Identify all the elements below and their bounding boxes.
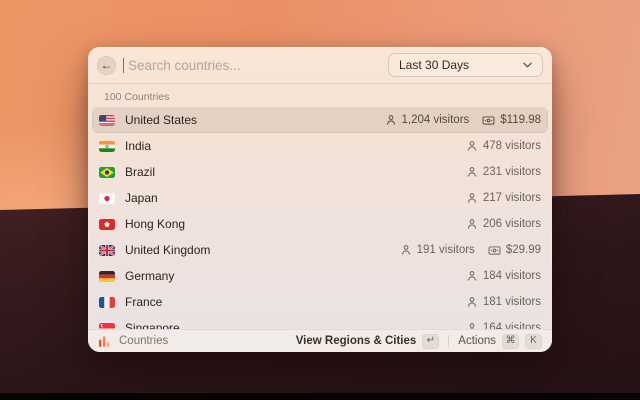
- person-icon: [467, 297, 476, 307]
- visitors-count: 181 visitors: [482, 296, 541, 308]
- visitors-metric: 217 visitors: [466, 192, 541, 204]
- visitors-count: 217 visitors: [482, 192, 541, 204]
- visitors-count: 206 visitors: [482, 218, 541, 230]
- flag-jp-icon: [99, 192, 115, 204]
- country-name: India: [125, 139, 152, 153]
- flag-gb-icon: [99, 244, 115, 256]
- visitors-metric: 181 visitors: [466, 296, 541, 308]
- country-name: Hong Kong: [125, 217, 186, 231]
- person-icon: [467, 141, 476, 151]
- flag-hk-icon: [99, 218, 115, 230]
- country-name: United Kingdom: [125, 243, 211, 257]
- person-icon: [467, 193, 476, 203]
- country-list: United States 1,204 visitors $119.98 India 4…: [88, 106, 552, 329]
- search-header: ← Search countries... Last 30 Days: [88, 47, 552, 83]
- footer-bar: Countries View Regions & Cities ↵ Action…: [88, 329, 552, 352]
- country-row[interactable]: Singapore 164 visitors: [92, 315, 548, 329]
- revenue-amount: $119.98: [500, 114, 541, 126]
- visitors-metric: 184 visitors: [466, 270, 541, 282]
- country-name: Singapore: [125, 321, 180, 329]
- visitors-count: 191 visitors: [416, 244, 475, 256]
- countries-search-window: ← Search countries... Last 30 Days 100 C…: [88, 47, 552, 352]
- visitors-count: 231 visitors: [482, 166, 541, 178]
- country-row[interactable]: France 181 visitors: [92, 289, 548, 315]
- row-metrics: 181 visitors: [466, 296, 541, 308]
- visitors-metric: 478 visitors: [466, 140, 541, 152]
- bottom-screen-strip: [0, 393, 640, 400]
- banknote-icon: [488, 245, 501, 255]
- chevron-down-icon: [523, 62, 532, 68]
- revenue-metric: $119.98: [482, 114, 541, 127]
- country-name: Germany: [125, 269, 175, 283]
- row-metrics: 191 visitors $29.99: [400, 244, 541, 257]
- revenue-metric: $29.99: [488, 244, 541, 257]
- time-filter-dropdown[interactable]: Last 30 Days: [388, 53, 543, 77]
- person-icon: [469, 323, 475, 329]
- row-metrics: 164 visitors: [466, 322, 541, 329]
- row-metrics: 1,204 visitors $119.98: [385, 114, 541, 127]
- visitors-metric: 1,204 visitors: [385, 114, 470, 126]
- row-metrics: 478 visitors: [466, 140, 541, 152]
- bar-chart-icon: [98, 335, 110, 347]
- row-metrics: 184 visitors: [466, 270, 541, 282]
- row-metrics: 206 visitors: [466, 218, 541, 230]
- visitors-count: 184 visitors: [482, 270, 541, 282]
- visitors-metric: 164 visitors: [466, 322, 541, 329]
- country-row[interactable]: Hong Kong 206 visitors: [92, 211, 548, 237]
- footer-source: Countries: [98, 335, 168, 348]
- footer-source-label: Countries: [119, 335, 169, 347]
- country-row[interactable]: Japan 217 visitors: [92, 185, 548, 211]
- country-row[interactable]: India 478 visitors: [92, 133, 548, 159]
- person-icon: [467, 271, 476, 281]
- flag-fr-icon: [99, 296, 115, 308]
- back-button[interactable]: ←: [97, 55, 116, 75]
- person-icon: [467, 219, 476, 229]
- search-input[interactable]: Search countries...: [128, 58, 381, 73]
- country-name: Brazil: [125, 165, 156, 179]
- time-filter-value: Last 30 Days: [399, 58, 470, 72]
- flag-us-icon: [99, 114, 115, 126]
- flag-br-icon: [99, 166, 115, 178]
- country-row[interactable]: United States 1,204 visitors $119.98: [92, 107, 548, 133]
- country-row[interactable]: United Kingdom 191 visitors $29.99: [92, 237, 548, 263]
- k-key-badge: K: [525, 333, 542, 349]
- visitors-metric: 191 visitors: [400, 244, 475, 256]
- flag-sg-icon: [99, 322, 115, 329]
- visitors-metric: 206 visitors: [466, 218, 541, 230]
- country-row[interactable]: Germany 184 visitors: [92, 263, 548, 289]
- country-name: United States: [125, 113, 198, 127]
- flag-in-icon: [99, 140, 115, 152]
- country-name: Japan: [125, 191, 158, 205]
- footer-actions: View Regions & Cities ↵ Actions ⌘ K: [296, 333, 542, 349]
- footer-divider: [448, 335, 450, 347]
- banknote-icon: [482, 115, 495, 125]
- country-name: France: [125, 295, 163, 309]
- visitors-metric: 231 visitors: [466, 166, 541, 178]
- visitors-count: 478 visitors: [482, 140, 541, 152]
- row-metrics: 231 visitors: [466, 166, 541, 178]
- person-icon: [467, 167, 476, 177]
- row-metrics: 217 visitors: [466, 192, 541, 204]
- view-regions-button[interactable]: View Regions & Cities: [296, 335, 417, 347]
- cmd-key-badge: ⌘: [502, 333, 519, 349]
- actions-button[interactable]: Actions: [458, 335, 496, 347]
- section-header: 100 Countries: [104, 91, 170, 103]
- person-icon: [386, 115, 395, 125]
- back-arrow-icon: ←: [100, 58, 113, 72]
- country-row[interactable]: Brazil 231 visitors: [92, 159, 548, 185]
- person-icon: [401, 245, 410, 255]
- revenue-amount: $29.99: [505, 244, 541, 256]
- visitors-count: 1,204 visitors: [401, 114, 470, 126]
- return-key-badge: ↵: [422, 333, 440, 349]
- text-cursor: [123, 57, 124, 73]
- flag-de-icon: [99, 270, 115, 282]
- visitors-count: 164 visitors: [482, 322, 541, 329]
